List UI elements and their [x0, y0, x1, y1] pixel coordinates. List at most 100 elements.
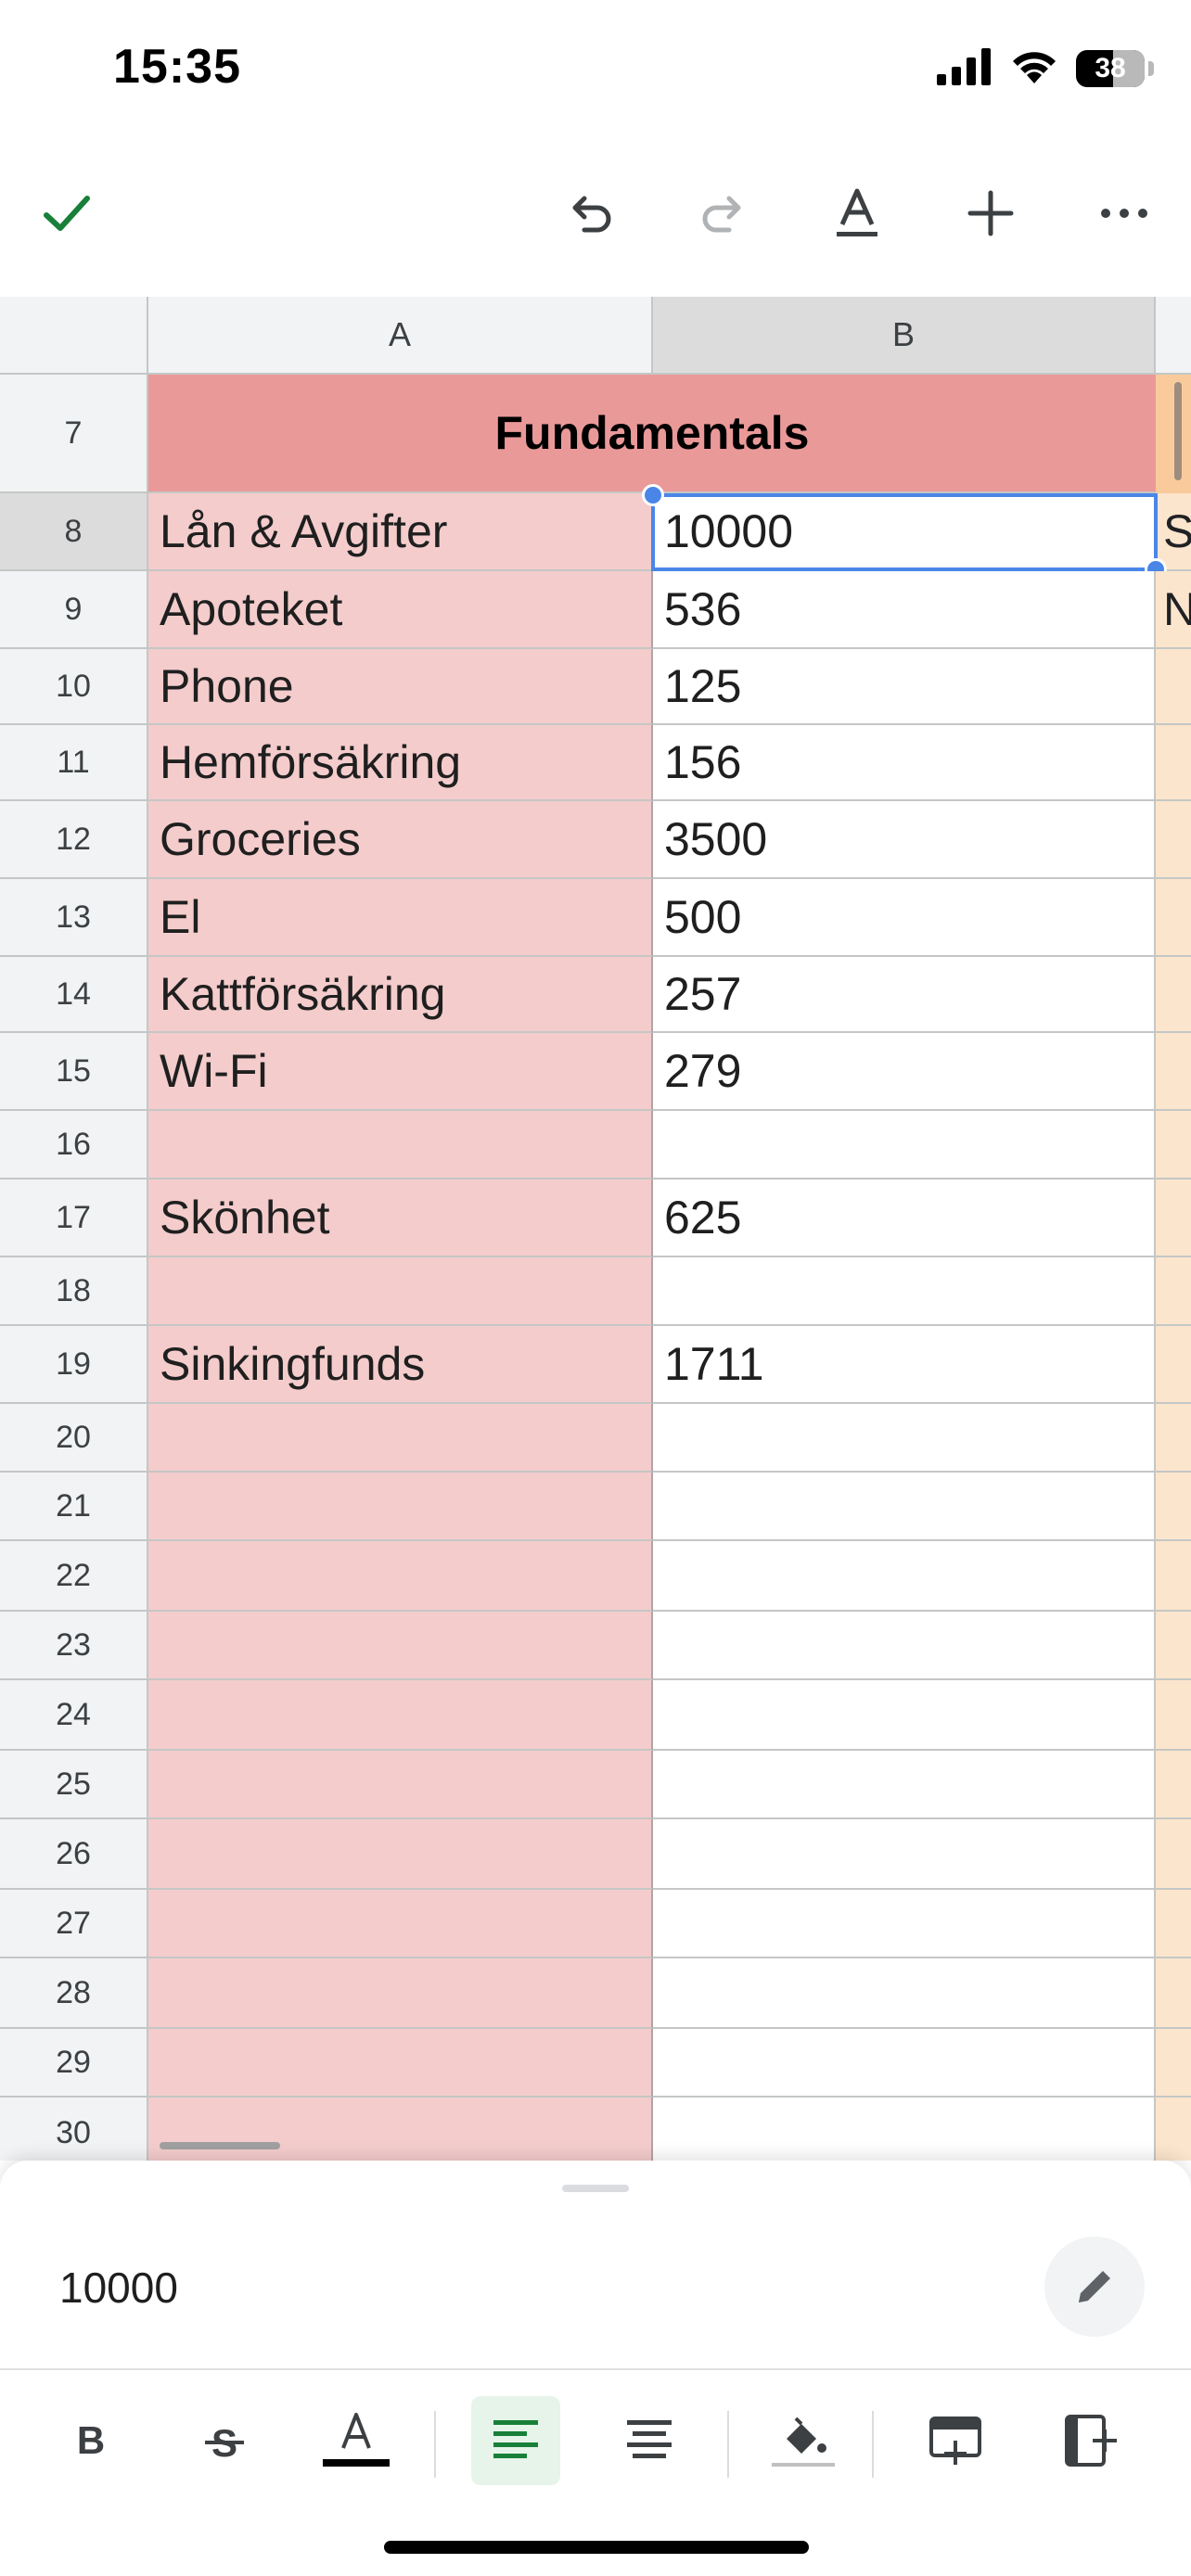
row-header[interactable]: 9 — [0, 571, 148, 649]
cell-a[interactable]: Sinkingfunds — [148, 1326, 653, 1404]
row-header[interactable]: 11 — [0, 725, 148, 801]
row-header[interactable]: 21 — [0, 1473, 148, 1541]
column-header-b[interactable]: B — [653, 297, 1156, 375]
fill-color-icon[interactable] — [759, 2396, 848, 2485]
cell-a[interactable] — [148, 1404, 653, 1473]
cell-b[interactable] — [653, 1111, 1156, 1180]
cell-b[interactable] — [653, 1680, 1156, 1751]
cell-a[interactable] — [148, 1257, 653, 1326]
insert-row-icon[interactable] — [911, 2396, 1000, 2485]
row-header[interactable]: 29 — [0, 2029, 148, 2098]
row-header[interactable]: 28 — [0, 1958, 148, 2029]
sheet-grabber[interactable] — [562, 2185, 629, 2192]
cell-c[interactable] — [1156, 1257, 1191, 1326]
cell-b[interactable] — [653, 1958, 1156, 2029]
cell-b[interactable] — [653, 1404, 1156, 1473]
edit-button[interactable] — [1044, 2237, 1145, 2337]
row-header[interactable]: 14 — [0, 957, 148, 1033]
selection-handle-top[interactable] — [642, 484, 664, 506]
align-left-icon[interactable] — [471, 2396, 560, 2485]
cell-c[interactable] — [1156, 801, 1191, 879]
selected-cell-outline[interactable] — [642, 484, 1167, 580]
cell-a[interactable] — [148, 1958, 653, 2029]
plus-icon[interactable] — [955, 178, 1026, 249]
strikethrough-icon[interactable]: S — [180, 2396, 269, 2485]
row-header[interactable]: 27 — [0, 1890, 148, 1958]
cell-b[interactable]: 125 — [653, 649, 1156, 725]
cell-a[interactable] — [148, 2098, 653, 2161]
spreadsheet-grid[interactable]: A B 7 Fundamentals 8Lån & Avgifter10000S… — [0, 297, 1191, 2161]
row-header[interactable]: 8 — [0, 493, 148, 571]
cell-b[interactable] — [653, 2029, 1156, 2098]
formula-bar-value[interactable]: 10000 — [59, 2263, 178, 2313]
cell-b[interactable] — [653, 2098, 1156, 2161]
row-header[interactable]: 12 — [0, 801, 148, 879]
cell-b[interactable]: 257 — [653, 957, 1156, 1033]
cell-a[interactable] — [148, 1751, 653, 1819]
column-header-c[interactable] — [1156, 297, 1191, 375]
column-header-a[interactable]: A — [148, 297, 653, 375]
row-header[interactable]: 19 — [0, 1326, 148, 1404]
cell-c[interactable] — [1156, 1819, 1191, 1890]
cell-a[interactable] — [148, 1541, 653, 1612]
cell-b[interactable]: 1711 — [653, 1326, 1156, 1404]
row-header[interactable]: 30 — [0, 2098, 148, 2161]
row-header[interactable]: 16 — [0, 1111, 148, 1180]
row-header[interactable]: 23 — [0, 1612, 148, 1680]
cell-b[interactable]: 279 — [653, 1033, 1156, 1111]
align-center-icon[interactable] — [605, 2396, 694, 2485]
cell-c[interactable] — [1156, 2029, 1191, 2098]
cell-c[interactable] — [1156, 879, 1191, 957]
row-header[interactable]: 13 — [0, 879, 148, 957]
cell-c[interactable] — [1156, 1958, 1191, 2029]
cell-a[interactable] — [148, 1819, 653, 1890]
cell-c[interactable] — [1156, 375, 1191, 493]
row-header[interactable]: 24 — [0, 1680, 148, 1751]
cell-c[interactable] — [1156, 1680, 1191, 1751]
more-icon[interactable] — [1089, 178, 1159, 249]
cell-b[interactable] — [653, 1541, 1156, 1612]
text-format-icon[interactable] — [822, 178, 892, 249]
cell-a[interactable] — [148, 1680, 653, 1751]
section-title-cell[interactable]: Fundamentals — [148, 375, 1156, 493]
cell-a[interactable]: Hemförsäkring — [148, 725, 653, 801]
cell-a[interactable] — [148, 1473, 653, 1541]
cell-a[interactable] — [148, 1612, 653, 1680]
cell-b[interactable]: 3500 — [653, 801, 1156, 879]
row-header[interactable]: 22 — [0, 1541, 148, 1612]
row-header[interactable]: 17 — [0, 1180, 148, 1257]
cell-c[interactable] — [1156, 1326, 1191, 1404]
cell-b[interactable] — [653, 1890, 1156, 1958]
cell-c[interactable] — [1156, 1541, 1191, 1612]
row-header[interactable]: 18 — [0, 1257, 148, 1326]
cell-c[interactable] — [1156, 1404, 1191, 1473]
cell-c[interactable] — [1156, 1180, 1191, 1257]
row-header[interactable]: 15 — [0, 1033, 148, 1111]
row-header[interactable]: 20 — [0, 1404, 148, 1473]
cell-b[interactable] — [653, 1612, 1156, 1680]
cell-b[interactable] — [653, 1751, 1156, 1819]
select-all-corner[interactable] — [0, 297, 148, 375]
row-header[interactable]: 26 — [0, 1819, 148, 1890]
row-header[interactable]: 25 — [0, 1751, 148, 1819]
cell-b[interactable] — [653, 1473, 1156, 1541]
cell-a[interactable] — [148, 1890, 653, 1958]
row-header[interactable]: 10 — [0, 649, 148, 725]
cell-a[interactable]: Phone — [148, 649, 653, 725]
cell-a[interactable]: Apoteket — [148, 571, 653, 649]
cell-c[interactable] — [1156, 1890, 1191, 1958]
redo-icon[interactable] — [688, 178, 759, 249]
cell-c[interactable] — [1156, 1033, 1191, 1111]
cell-c[interactable] — [1156, 1111, 1191, 1180]
bold-icon[interactable]: B — [46, 2396, 135, 2485]
cell-a[interactable] — [148, 2029, 653, 2098]
cell-a[interactable]: El — [148, 879, 653, 957]
cell-b[interactable]: 156 — [653, 725, 1156, 801]
cell-c[interactable] — [1156, 2098, 1191, 2161]
cell-c[interactable]: N — [1156, 571, 1191, 649]
cell-a[interactable]: Wi-Fi — [148, 1033, 653, 1111]
cell-c[interactable] — [1156, 725, 1191, 801]
cell-a[interactable]: Groceries — [148, 801, 653, 879]
text-color-icon[interactable] — [312, 2396, 401, 2485]
horizontal-scrollbar[interactable] — [160, 2142, 280, 2149]
